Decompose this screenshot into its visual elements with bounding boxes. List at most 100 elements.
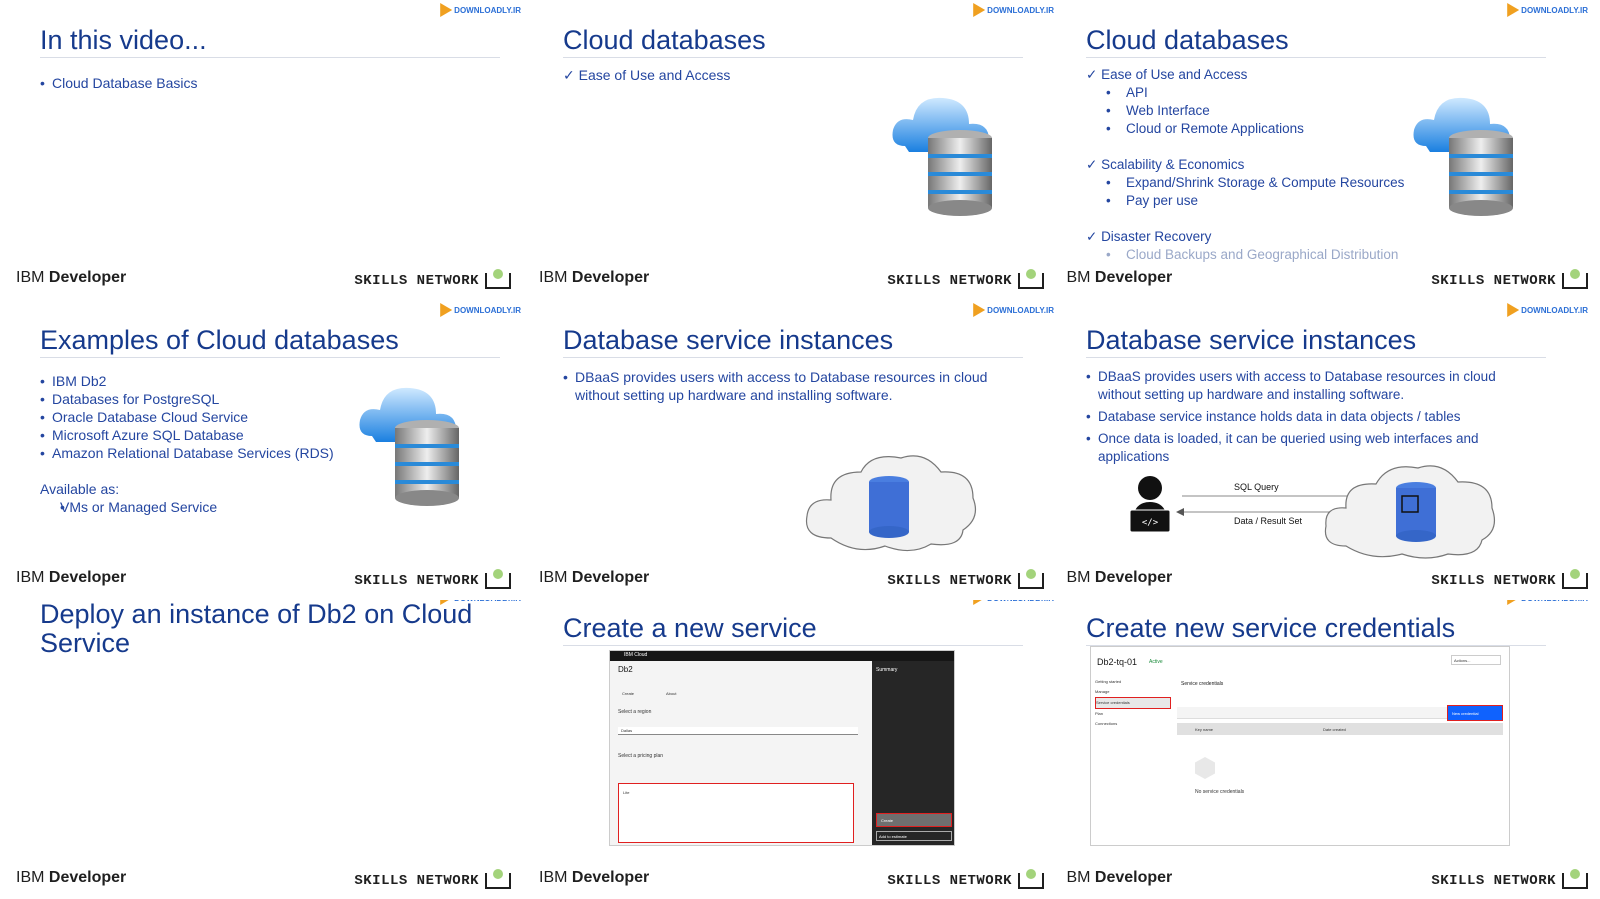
download-logo: DOWNLOADLY.IR bbox=[1507, 302, 1588, 318]
slide-3: DOWNLOADLY.IR Cloud databases Ease of Us… bbox=[1066, 0, 1600, 299]
menu-item[interactable]: Manage bbox=[1095, 687, 1171, 697]
section-title: Service credentials bbox=[1181, 681, 1224, 687]
region-select[interactable]: Dallas bbox=[618, 727, 858, 735]
bullet-item: Microsoft Azure SQL Database bbox=[40, 426, 334, 444]
tab-create[interactable]: Create bbox=[622, 691, 634, 696]
bullet-list: IBM Db2 Databases for PostgreSQL Oracle … bbox=[40, 372, 334, 516]
bullet-list: DBaaS provides users with access to Data… bbox=[563, 368, 1003, 404]
lite-plan-row[interactable]: Lite bbox=[618, 783, 854, 843]
slide-title: Database service instances bbox=[1086, 326, 1546, 358]
ibm-developer-brand: IBM Developer bbox=[1066, 569, 1173, 586]
slide-title: Cloud databases bbox=[563, 26, 1023, 58]
skills-network-brand: SKILLS NETWORK bbox=[354, 269, 511, 289]
skills-network-icon bbox=[485, 269, 511, 289]
region-label: Select a region bbox=[618, 709, 652, 715]
tab-about[interactable]: About bbox=[666, 691, 676, 696]
ibm-cloud-header: IBM Cloud bbox=[610, 651, 954, 661]
bullet-item: Oracle Database Cloud Service bbox=[40, 408, 334, 426]
skills-network-icon bbox=[1562, 869, 1588, 889]
cloud-database-icon bbox=[892, 97, 992, 216]
result-set-label: Data / Result Set bbox=[1234, 516, 1303, 526]
menu-item[interactable]: Service credentials bbox=[1095, 697, 1171, 709]
slide-grid: DOWNLOADLY.IR In this video... Cloud Dat… bbox=[0, 0, 1600, 899]
slide-title: Examples of Cloud databases bbox=[40, 326, 500, 358]
available-label: Available as: bbox=[40, 481, 120, 497]
skills-network-icon bbox=[1562, 569, 1588, 589]
side-menu: Getting started Manage Service credentia… bbox=[1095, 677, 1171, 729]
skills-network-brand: SKILLS NETWORK bbox=[887, 569, 1044, 589]
service-heading: Db2 bbox=[618, 665, 633, 674]
create-button[interactable]: Create bbox=[876, 813, 952, 827]
skills-network-brand: SKILLS NETWORK bbox=[1431, 569, 1588, 589]
status-badge: Active bbox=[1149, 659, 1163, 665]
add-estimate-button[interactable]: Add to estimate bbox=[876, 831, 952, 841]
slide-2: DOWNLOADLY.IR Cloud databases Ease of Us… bbox=[533, 0, 1066, 299]
skills-network-icon bbox=[1562, 269, 1588, 289]
download-logo: DOWNLOADLY.IR bbox=[1507, 2, 1588, 18]
slide-title: Database service instances bbox=[563, 326, 1023, 358]
download-logo: DOWNLOADLY.IR bbox=[973, 302, 1054, 318]
search-bar[interactable] bbox=[1177, 707, 1447, 719]
skills-network-brand: SKILLS NETWORK bbox=[354, 569, 511, 589]
play-icon bbox=[973, 600, 986, 605]
slide-5: DOWNLOADLY.IR Database service instances… bbox=[533, 300, 1066, 599]
slide-7: DOWNLOADLY.IR Deploy an instance of Db2 … bbox=[0, 600, 533, 899]
bullet-list: Ease of Use and Access bbox=[563, 66, 731, 84]
check-item: Scalability & Economics bbox=[1086, 156, 1404, 174]
instance-heading: Db2-tq-01 bbox=[1097, 657, 1138, 667]
sub-item: VMs or Managed Service bbox=[40, 498, 334, 516]
ibm-developer-brand: IBM Developer bbox=[16, 869, 127, 886]
bullet-item: Databases for PostgreSQL bbox=[40, 390, 334, 408]
download-logo: DOWNLOADLY.IR bbox=[1507, 600, 1588, 606]
download-logo: DOWNLOADLY.IR bbox=[973, 600, 1054, 606]
empty-state-text: No service credentials bbox=[1195, 789, 1245, 795]
skills-network-brand: SKILLS NETWORK bbox=[1431, 269, 1588, 289]
ibm-developer-brand: IBM Developer bbox=[539, 269, 650, 286]
svg-text:</>: </> bbox=[1142, 518, 1159, 528]
sub-item: Cloud or Remote Applications bbox=[1086, 120, 1404, 138]
bullet-item: DBaaS provides users with access to Data… bbox=[563, 368, 1003, 404]
menu-item[interactable]: Connections bbox=[1095, 719, 1171, 729]
slide-title: Cloud databases bbox=[1086, 26, 1546, 58]
actions-dropdown[interactable]: Actions... bbox=[1451, 655, 1501, 665]
bullet-list: Ease of Use and Access API Web Interface… bbox=[1086, 66, 1404, 264]
download-logo: DOWNLOADLY.IR bbox=[440, 2, 521, 18]
ibm-developer-brand: IBM Developer bbox=[539, 569, 650, 586]
check-item: Ease of Use and Access bbox=[563, 66, 731, 84]
empty-state-icon bbox=[1195, 757, 1215, 779]
cloud-database-icon bbox=[1413, 97, 1513, 216]
sql-query-label: SQL Query bbox=[1234, 482, 1279, 492]
slide-9: DOWNLOADLY.IR Create new service credent… bbox=[1066, 600, 1600, 899]
play-icon bbox=[440, 303, 453, 317]
ibm-developer-brand: IBM Developer bbox=[16, 269, 127, 286]
skills-network-brand: SKILLS NETWORK bbox=[887, 869, 1044, 889]
pricing-plan-label: Select a pricing plan bbox=[618, 753, 664, 759]
download-logo: DOWNLOADLY.IR bbox=[440, 302, 521, 318]
cloud-database-diagram bbox=[805, 455, 976, 552]
menu-item[interactable]: Plan bbox=[1095, 709, 1171, 719]
skills-network-icon bbox=[485, 569, 511, 589]
cloud-database-icon bbox=[359, 387, 459, 506]
bullet-item: Database service instance holds data in … bbox=[1086, 408, 1536, 426]
slide-4: DOWNLOADLY.IR Examples of Cloud database… bbox=[0, 300, 533, 599]
ibm-developer-brand: IBM Developer bbox=[1066, 269, 1173, 286]
play-icon bbox=[440, 3, 453, 17]
skills-network-icon bbox=[1018, 569, 1044, 589]
check-item: Disaster Recovery bbox=[1086, 228, 1404, 246]
slide-6: DOWNLOADLY.IR Database service instances… bbox=[1066, 300, 1600, 599]
play-icon bbox=[973, 3, 986, 17]
sub-item: API bbox=[1086, 84, 1404, 102]
new-credential-button[interactable]: New credential bbox=[1447, 705, 1503, 721]
menu-item[interactable]: Getting started bbox=[1095, 677, 1171, 687]
play-icon bbox=[1507, 303, 1520, 317]
create-service-screenshot: IBM Cloud Summary Create Add to estimate… bbox=[609, 650, 955, 846]
slide-title: Create new service credentials bbox=[1086, 614, 1546, 646]
bullet-item: Cloud Database Basics bbox=[40, 74, 198, 92]
skills-network-brand: SKILLS NETWORK bbox=[354, 869, 511, 889]
table-header: Key name Date created bbox=[1177, 723, 1503, 735]
skills-network-icon bbox=[485, 869, 511, 889]
sub-item: Expand/Shrink Storage & Compute Resource… bbox=[1086, 174, 1404, 192]
sub-item: Web Interface bbox=[1086, 102, 1404, 120]
skills-network-icon bbox=[1018, 269, 1044, 289]
bullet-item: IBM Db2 bbox=[40, 372, 334, 390]
